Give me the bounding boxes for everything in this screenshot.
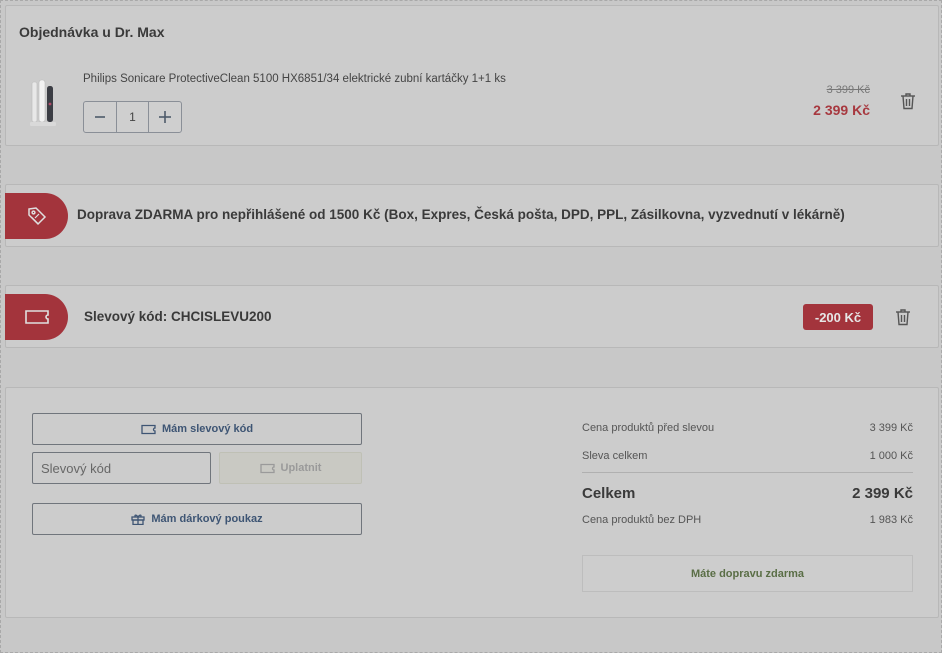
summary-row-net: Cena produktů bez DPH 1 983 Kč	[582, 514, 913, 526]
minus-icon	[94, 111, 106, 123]
total-label: Celkem	[582, 485, 636, 502]
trash-icon	[895, 308, 911, 326]
voucher-code-label: Slevový kód: CHCISLEVU200	[84, 309, 272, 324]
summary-row-discount: Sleva celkem 1 000 Kč	[582, 450, 913, 462]
decrease-quantity-button[interactable]	[84, 102, 116, 132]
order-summary-card: Mám slevový kód Uplatnit Mám dárkový pou…	[5, 387, 939, 618]
apply-code-button[interactable]: Uplatnit	[219, 452, 362, 484]
voucher-badge-pill	[5, 294, 68, 340]
product-name[interactable]: Philips Sonicare ProtectiveClean 5100 HX…	[83, 73, 506, 85]
have-voucher-code-button[interactable]: Mám slevový kód	[32, 413, 362, 445]
ticket-icon	[24, 308, 50, 326]
shipping-badge	[5, 193, 68, 239]
subtotal-label: Cena produktů před slevou	[582, 422, 715, 434]
discounted-price: 2 399 Kč	[813, 102, 870, 118]
discount-value: 1 000 Kč	[869, 450, 913, 462]
summary-row-total: Celkem 2 399 Kč	[582, 485, 913, 502]
discount-label: Sleva celkem	[582, 450, 648, 462]
net-price-label: Cena produktů bez DPH	[582, 514, 702, 526]
total-value: 2 399 Kč	[852, 485, 913, 502]
quantity-stepper: 1	[83, 101, 182, 133]
have-voucher-code-label: Mám slevový kód	[161, 423, 254, 435]
free-shipping-banner: Doprava ZDARMA pro nepřihlášené od 1500 …	[5, 184, 939, 247]
quantity-value[interactable]: 1	[116, 102, 149, 132]
plus-icon	[158, 110, 172, 124]
order-card: Objednávka u Dr. Max Philips Sonicare Pr…	[5, 5, 939, 146]
voucher-discount-badge: -200 Kč	[803, 304, 873, 330]
have-gift-voucher-label: Mám dárkový poukaz	[151, 513, 263, 525]
product-image[interactable]	[26, 78, 64, 128]
order-title: Objednávka u Dr. Max	[19, 24, 165, 40]
trash-icon	[900, 92, 916, 110]
summary-divider	[582, 472, 913, 473]
remove-product-button[interactable]	[900, 92, 916, 110]
voucher-code-input[interactable]	[32, 452, 211, 484]
ticket-icon	[141, 424, 156, 435]
gift-icon	[131, 513, 146, 525]
ticket-icon	[259, 463, 275, 474]
free-shipping-text: Doprava ZDARMA pro nepřihlášené od 1500 …	[77, 207, 845, 222]
increase-quantity-button[interactable]	[149, 102, 181, 132]
applied-voucher: Slevový kód: CHCISLEVU200 -200 Kč	[5, 285, 939, 348]
have-gift-voucher-button[interactable]: Mám dárkový poukaz	[32, 503, 362, 535]
remove-voucher-button[interactable]	[895, 308, 911, 326]
free-shipping-notice: Máte dopravu zdarma	[582, 555, 913, 592]
subtotal-value: 3 399 Kč	[869, 422, 913, 434]
original-price: 3 399 Kč	[826, 84, 870, 96]
summary-row-subtotal: Cena produktů před slevou 3 399 Kč	[582, 422, 913, 434]
net-price-value: 1 983 Kč	[869, 514, 913, 526]
tag-icon	[26, 205, 48, 227]
apply-code-label: Uplatnit	[280, 462, 322, 474]
